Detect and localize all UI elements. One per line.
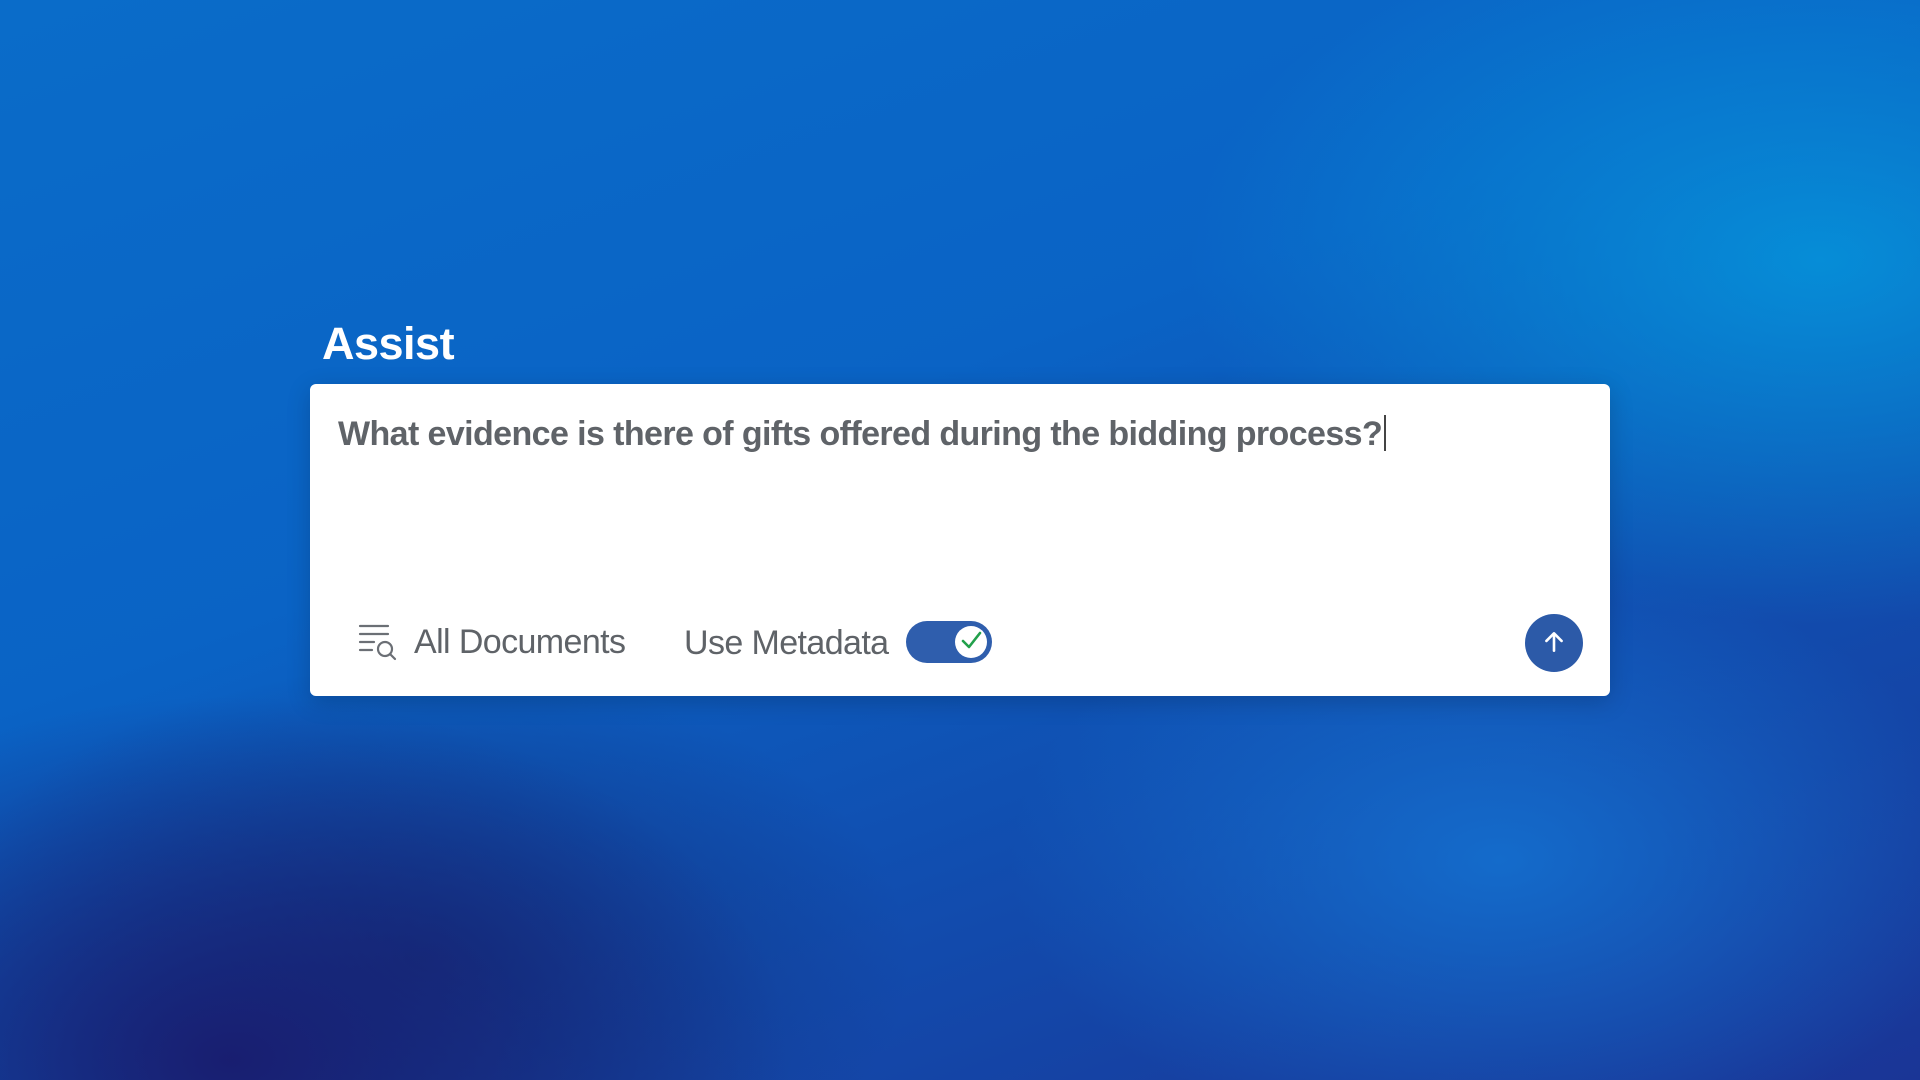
use-metadata-toggle[interactable]	[906, 621, 992, 663]
document-search-icon	[358, 622, 398, 662]
page-title: Assist	[322, 318, 455, 369]
send-button[interactable]	[1525, 614, 1583, 672]
assist-panel: What evidence is there of gifts offered …	[310, 384, 1610, 696]
document-filter-button[interactable]: All Documents	[358, 618, 626, 666]
checkmark-icon	[959, 628, 983, 657]
use-metadata-label: Use Metadata	[684, 624, 889, 662]
arrow-up-icon	[1541, 629, 1567, 658]
panel-footer: All Documents Use Metadata	[310, 612, 1610, 672]
query-input[interactable]: What evidence is there of gifts offered …	[338, 412, 1578, 562]
query-text: What evidence is there of gifts offered …	[338, 415, 1383, 453]
toggle-knob	[955, 626, 987, 658]
text-caret	[1384, 415, 1387, 451]
document-filter-label: All Documents	[414, 622, 626, 661]
